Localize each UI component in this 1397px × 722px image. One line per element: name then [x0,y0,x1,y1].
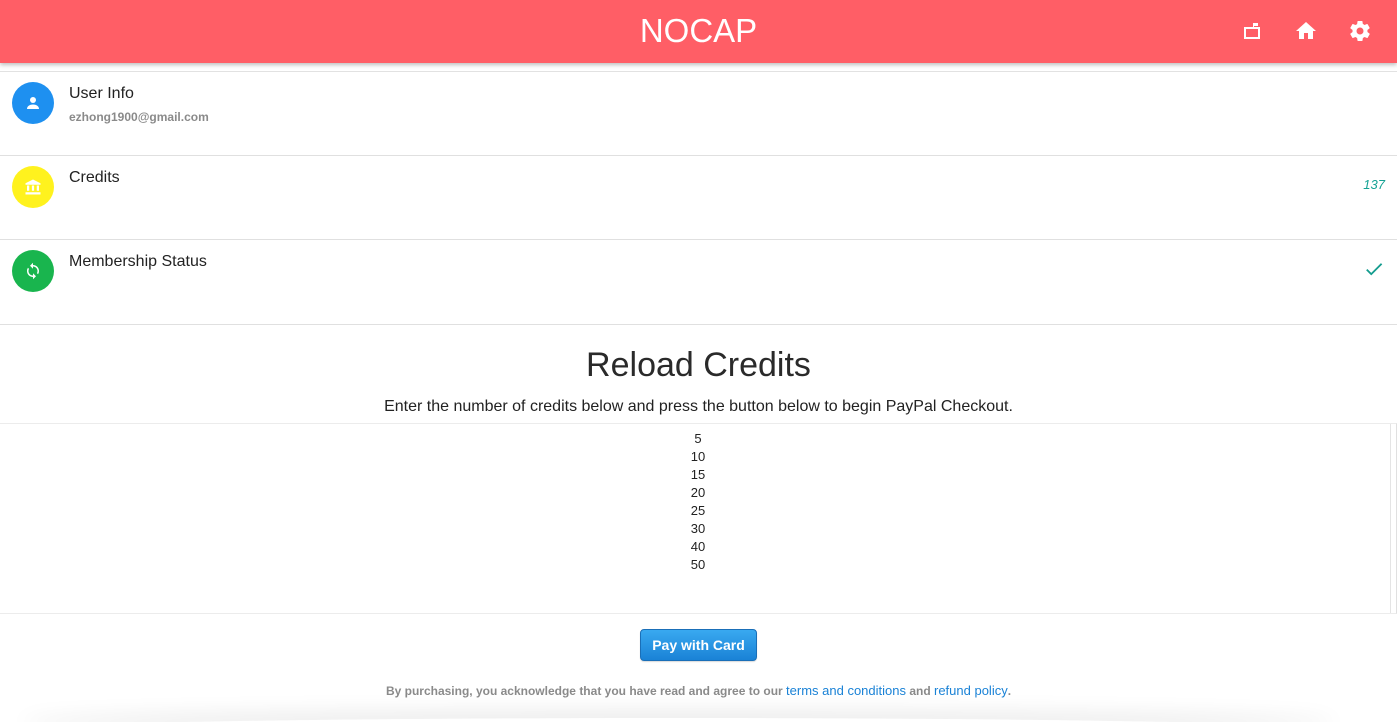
credit-option[interactable]: 40 [0,538,1396,556]
reload-description: Enter the number of credits below and pr… [384,398,1013,415]
legal-prefix: By purchasing, you acknowledge that you … [385,684,787,698]
credit-option[interactable]: 15 [0,466,1396,484]
credit-option[interactable]: 50 [0,556,1396,574]
legal-suffix: . [1007,684,1012,698]
credit-option[interactable]: 20 [0,484,1396,502]
membership-row[interactable]: Membership Status [0,240,1397,325]
pay-with-card-button[interactable]: Pay with Card [640,629,757,661]
app-header: NOCAP [0,0,1397,63]
credit-option[interactable]: 10 [0,448,1396,466]
credits-row[interactable]: Credits 137 [0,156,1397,240]
credit-amount-select[interactable]: 5 10 15 20 25 30 40 50 [0,423,1397,614]
credit-option[interactable]: 5 [0,430,1396,448]
terms-link[interactable]: terms and conditions [786,683,906,698]
scrollbar[interactable] [1390,424,1391,613]
reload-title: Reload Credits [586,346,811,384]
membership-label: Membership Status [69,253,207,270]
page-bottom-shadow [20,718,1337,722]
header-actions [1225,18,1387,44]
app-title: NOCAP [639,12,758,49]
credits-label: Credits [69,169,120,186]
home-icon[interactable] [1279,18,1333,44]
mailbox-icon[interactable] [1225,18,1279,44]
person-icon [12,82,54,124]
account-list: User Info ezhong1900@gmail.com Credits 1… [0,71,1397,325]
credits-value: 137 [1363,177,1385,192]
settings-icon[interactable] [1333,18,1387,44]
user-info-row[interactable]: User Info ezhong1900@gmail.com [0,72,1397,156]
user-email: ezhong1900@gmail.com [69,110,209,124]
check-icon [1363,258,1385,280]
credit-option[interactable]: 25 [0,502,1396,520]
credit-option[interactable]: 30 [0,520,1396,538]
credit-options: 5 10 15 20 25 30 40 50 [0,430,1396,574]
user-info-label: User Info [69,85,134,102]
legal-notice: By purchasing, you acknowledge that you … [0,683,1397,698]
bank-icon [12,166,54,208]
refund-policy-link[interactable]: refund policy [934,683,1008,698]
legal-middle: and [905,684,934,698]
sync-icon [12,250,54,292]
